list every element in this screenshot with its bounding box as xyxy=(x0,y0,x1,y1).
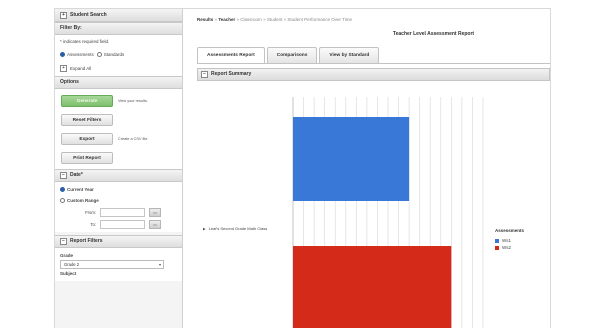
grade-label: Grade xyxy=(60,253,74,258)
report-summary-label: Report Summary xyxy=(211,71,252,77)
report-filters-header[interactable]: − Report Filters xyxy=(55,235,182,248)
expand-icon[interactable]: + xyxy=(60,11,67,19)
expand-all-label[interactable]: Expand All xyxy=(70,63,91,74)
legend-title: Assessments xyxy=(495,228,525,233)
required-note: * indicates required field. xyxy=(60,39,110,44)
breadcrumb-current: Student Performance Over Time xyxy=(287,17,352,22)
filter-sidebar: + Student Search Filter By: * indicates … xyxy=(55,9,183,328)
report-chart: ▶ Leaf's Second Grade Math Class Assessm… xyxy=(197,81,550,328)
student-search-label: Student Search xyxy=(70,11,107,18)
from-label: From: xyxy=(85,209,96,215)
breadcrumb: Results » Teacher » Classroom » Student … xyxy=(197,17,352,22)
category-label-text: Leaf's Second Grade Math Class xyxy=(208,226,268,231)
chevron-down-icon: ▾ xyxy=(158,262,161,267)
date-header[interactable]: − Date* xyxy=(55,169,182,182)
breadcrumb-student[interactable]: Student xyxy=(267,17,283,22)
collapse-icon[interactable]: − xyxy=(60,238,67,245)
breadcrumb-teacher[interactable]: Teacher xyxy=(218,17,235,22)
bar-chart xyxy=(292,97,484,328)
generate-button[interactable]: Generate xyxy=(61,94,113,107)
options-label: Options xyxy=(60,79,79,85)
current-year-option[interactable]: Current Year xyxy=(60,184,177,195)
legend-swatch xyxy=(495,238,499,243)
breadcrumb-separator: » xyxy=(283,17,287,22)
mode-radio-group: Assessments Standards xyxy=(60,47,177,61)
breadcrumb-separator: » xyxy=(214,17,218,22)
page-title: Teacher Level Assessment Report xyxy=(392,31,475,37)
report-summary-header[interactable]: − Report Summary xyxy=(197,68,550,81)
generate-hint: View your results. xyxy=(118,98,148,103)
assessments-radio[interactable] xyxy=(60,51,65,57)
date-label: Date* xyxy=(70,172,83,178)
custom-range-option[interactable]: Custom Range xyxy=(60,195,177,206)
subject-label: Subject xyxy=(60,271,77,276)
tab-comparisons[interactable]: Comparisons xyxy=(266,47,318,63)
standards-radio[interactable] xyxy=(96,51,102,57)
report-filters-label: Report Filters xyxy=(70,238,103,244)
chart-legend: Assessments Ws1 Ws2 xyxy=(495,228,524,251)
assessments-radio-label[interactable]: Assessments xyxy=(67,49,94,60)
student-search-header[interactable]: + Student Search xyxy=(55,9,182,22)
from-date-row: From: ▭ xyxy=(60,206,177,218)
filter-by-header: Filter By: xyxy=(55,22,182,35)
options-header: Options xyxy=(55,76,182,89)
print-report-button[interactable]: Print Report xyxy=(61,151,113,164)
legend-label: Ws1 xyxy=(502,238,511,243)
legend-item-ws2[interactable]: Ws2 xyxy=(495,244,524,251)
standards-radio-label[interactable]: Standards xyxy=(104,49,125,60)
from-date-input[interactable] xyxy=(100,207,145,217)
bar-ws1[interactable] xyxy=(293,117,410,201)
expand-icon[interactable]: + xyxy=(60,64,67,72)
breadcrumb-separator: » xyxy=(236,17,240,22)
caret-right-icon: ▶ xyxy=(203,226,206,231)
expand-all-toggle[interactable]: + Expand All xyxy=(60,61,177,75)
category-label: ▶ Leaf's Second Grade Math Class xyxy=(203,226,267,231)
breadcrumb-results[interactable]: Results xyxy=(197,17,213,22)
tab-divider xyxy=(197,63,550,64)
grade-select[interactable]: Grade 2 ▾ xyxy=(60,260,164,269)
legend-label: Ws2 xyxy=(502,245,511,250)
breadcrumb-separator: » xyxy=(263,17,266,22)
custom-range-radio[interactable] xyxy=(60,198,65,203)
app-window: + Student Search Filter By: * indicates … xyxy=(54,8,551,328)
breadcrumb-classroom[interactable]: Classroom xyxy=(240,17,262,22)
calendar-icon[interactable]: ▭ xyxy=(149,219,161,229)
to-label: To: xyxy=(90,221,96,227)
tab-assessments-report[interactable]: Assessments Report xyxy=(197,47,265,63)
filter-by-label: Filter By: xyxy=(60,25,82,31)
custom-range-label[interactable]: Custom Range xyxy=(67,195,99,206)
report-main: Results » Teacher » Classroom » Student … xyxy=(187,9,550,328)
legend-item-ws1[interactable]: Ws1 xyxy=(495,237,524,244)
calendar-icon[interactable]: ▭ xyxy=(149,207,161,217)
reset-filters-button[interactable]: Reset Filters xyxy=(61,113,113,126)
to-date-row: To: ▭ xyxy=(60,218,177,230)
to-date-input[interactable] xyxy=(100,219,145,229)
tab-view-by-standard[interactable]: View by Standard xyxy=(319,47,380,63)
legend-swatch xyxy=(495,245,499,250)
report-tabs: Assessments Report Comparisons View by S… xyxy=(197,47,381,63)
export-hint: Create a CSV file. xyxy=(118,136,149,141)
grade-select-value: Grade 2 xyxy=(64,262,80,267)
bar-ws2[interactable] xyxy=(293,246,452,328)
export-button[interactable]: Export xyxy=(61,132,113,145)
current-year-radio[interactable] xyxy=(60,187,65,192)
collapse-icon[interactable]: − xyxy=(201,71,208,78)
current-year-label[interactable]: Current Year xyxy=(67,184,94,195)
collapse-icon[interactable]: − xyxy=(60,172,67,179)
